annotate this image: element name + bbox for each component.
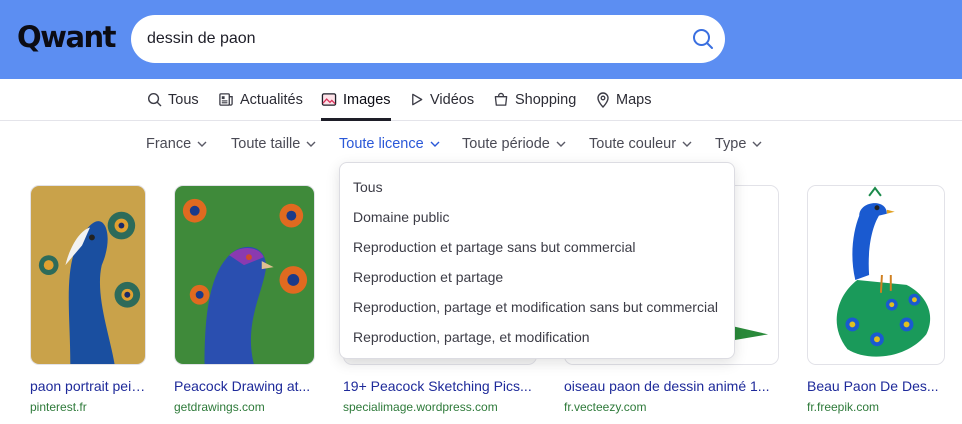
result-source: pinterest.fr	[30, 400, 87, 414]
filter-label: Toute taille	[231, 136, 301, 152]
result-source: getdrawings.com	[174, 400, 265, 414]
chevron-down-icon	[430, 141, 440, 147]
filter-label: France	[146, 136, 192, 152]
peacock-image	[175, 186, 314, 364]
license-option-share-noncommercial[interactable]: Reproduction et partage sans but commerc…	[340, 232, 734, 262]
tab-tous[interactable]: Tous	[147, 79, 199, 120]
filter-label: Toute licence	[339, 136, 424, 152]
tab-maps[interactable]: Maps	[596, 79, 651, 120]
result-thumbnail[interactable]	[30, 185, 146, 365]
chevron-down-icon	[197, 141, 207, 147]
tab-label: Images	[343, 91, 391, 108]
qwant-logo[interactable]: Qwant	[17, 20, 117, 54]
tab-label: Maps	[616, 91, 652, 108]
image-icon	[321, 93, 337, 106]
filter-size[interactable]: Toute taille	[231, 136, 316, 152]
vertical-tabs: Tous Actualités Images Vidéos Shopping M…	[0, 79, 962, 121]
tab-videos[interactable]: Vidéos	[410, 79, 474, 120]
tab-images[interactable]: Images	[321, 79, 391, 121]
license-option-modify-noncommercial[interactable]: Reproduction, partage et modification sa…	[340, 292, 734, 322]
result-title[interactable]: paon portrait peint...	[30, 378, 146, 394]
map-pin-icon	[597, 91, 609, 108]
chevron-down-icon	[556, 141, 566, 147]
search-icon	[693, 29, 713, 49]
peacock-image	[808, 186, 944, 364]
image-result[interactable]: paon portrait peint... pinterest.fr	[30, 185, 146, 414]
result-source: specialimage.wordpress.com	[343, 400, 498, 414]
tab-label: Shopping	[515, 91, 577, 108]
shopping-bag-icon	[494, 92, 508, 106]
chevron-down-icon	[306, 141, 316, 147]
license-option-modify[interactable]: Reproduction, partage, et modification	[340, 322, 734, 352]
filter-type[interactable]: Type	[715, 136, 762, 152]
license-option-public-domain[interactable]: Domaine public	[340, 202, 734, 232]
result-title[interactable]: Beau Paon De Des...	[807, 378, 945, 394]
play-icon	[412, 93, 423, 106]
filter-color[interactable]: Toute couleur	[589, 136, 692, 152]
chevron-down-icon	[752, 141, 762, 147]
image-result[interactable]: Peacock Drawing at... getdrawings.com	[174, 185, 315, 414]
newspaper-icon	[219, 93, 233, 106]
filter-label: Type	[715, 136, 747, 152]
search-icon	[147, 92, 162, 107]
filter-label: Toute période	[462, 136, 550, 152]
image-result[interactable]: Beau Paon De Des... fr.freepik.com	[807, 185, 945, 414]
search-button[interactable]	[691, 27, 715, 51]
peacock-image	[31, 186, 145, 364]
search-input[interactable]	[147, 15, 667, 63]
tab-label: Tous	[168, 91, 199, 108]
header-bar: Qwant	[0, 0, 962, 79]
search-box[interactable]	[131, 15, 725, 63]
license-option-tous[interactable]: Tous	[340, 172, 734, 202]
result-source: fr.freepik.com	[807, 400, 880, 414]
result-thumbnail[interactable]	[174, 185, 315, 365]
license-option-share[interactable]: Reproduction et partage	[340, 262, 734, 292]
result-thumbnail[interactable]	[807, 185, 945, 365]
result-title[interactable]: oiseau paon de dessin animé 1...	[564, 378, 779, 394]
filter-license[interactable]: Toute licence	[339, 136, 440, 152]
license-dropdown-menu: Tous Domaine public Reproduction et part…	[339, 162, 735, 359]
result-source: fr.vecteezy.com	[564, 400, 647, 414]
tab-label: Vidéos	[430, 91, 475, 108]
tab-actualites[interactable]: Actualités	[218, 79, 303, 120]
chevron-down-icon	[682, 141, 692, 147]
filter-period[interactable]: Toute période	[462, 136, 566, 152]
tab-shopping[interactable]: Shopping	[493, 79, 576, 120]
result-title[interactable]: 19+ Peacock Sketching Pics...	[343, 378, 537, 394]
result-title[interactable]: Peacock Drawing at...	[174, 378, 315, 394]
filter-region[interactable]: France	[146, 136, 207, 152]
filter-label: Toute couleur	[589, 136, 677, 152]
tab-label: Actualités	[240, 91, 303, 108]
